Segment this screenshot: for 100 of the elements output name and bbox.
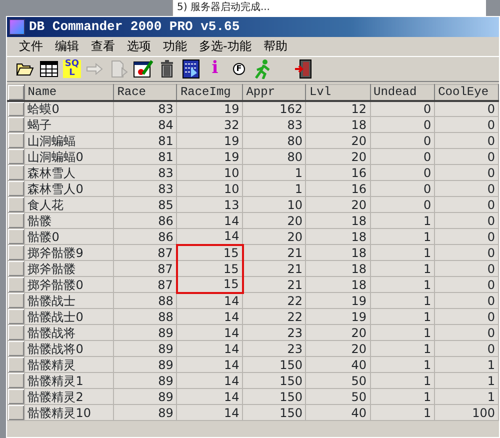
- menu-item[interactable]: 功能: [157, 38, 193, 54]
- table-cell: 81: [114, 132, 177, 148]
- app-icon: [9, 19, 25, 35]
- table-cell: 0: [434, 132, 498, 148]
- sql-button[interactable]: SQL: [63, 60, 81, 78]
- table-cell: 0: [434, 196, 498, 212]
- table-cell: 0: [370, 100, 435, 116]
- menu-item[interactable]: 编辑: [49, 38, 85, 54]
- table-cell: 1: [434, 356, 498, 372]
- table-cell: 80: [242, 132, 306, 148]
- table-cell: 22: [242, 308, 306, 324]
- table-cell: 150: [242, 404, 306, 420]
- table-cell: 150: [242, 388, 306, 404]
- table-cell: 150: [242, 356, 306, 372]
- table-cell: 骷髅0: [24, 228, 114, 244]
- table-cell: 14: [176, 340, 243, 356]
- log-text: 5) 服务器启动完成...: [176, 0, 271, 15]
- table-cell: 14: [176, 308, 243, 324]
- table-cell: 88: [114, 292, 177, 308]
- table-cell: 40: [306, 404, 370, 420]
- table-cell: 40: [306, 356, 370, 372]
- table-cell: 1: [370, 212, 435, 228]
- table-cell: 85: [114, 196, 177, 212]
- table-cell: 19: [176, 148, 243, 164]
- find-button[interactable]: F: [229, 59, 249, 79]
- table-cell: 19: [306, 308, 370, 324]
- table-cell: 0: [370, 196, 435, 212]
- table-cell: 22: [242, 292, 306, 308]
- table-cell: 蝎子: [24, 116, 114, 132]
- table-cell: 0: [434, 244, 498, 260]
- table-cell: 162: [242, 100, 306, 116]
- table-cell: 14: [176, 324, 243, 340]
- trash-icon[interactable]: [160, 60, 174, 78]
- table-cell: 20: [242, 228, 306, 244]
- table-cell: 20: [306, 340, 370, 356]
- table-cell: 15: [176, 244, 243, 260]
- table-cell: 1: [370, 388, 435, 404]
- table-cell: 1: [370, 308, 435, 324]
- table-cell: 19: [176, 100, 243, 116]
- table-icon[interactable]: [40, 61, 58, 77]
- table-cell: 81: [114, 148, 177, 164]
- table-cell: 150: [242, 372, 306, 388]
- column-header[interactable]: Name: [24, 84, 114, 100]
- menu-item[interactable]: 帮助: [257, 38, 294, 54]
- database-icon[interactable]: [182, 59, 200, 79]
- table-cell: 14: [176, 388, 243, 404]
- table-cell: 1: [370, 404, 435, 420]
- column-header[interactable]: Race: [114, 84, 177, 100]
- menu-item[interactable]: 多选-功能: [193, 38, 258, 54]
- menu-item[interactable]: 查看: [85, 38, 121, 54]
- menu-item[interactable]: 文件: [13, 38, 49, 54]
- table-cell: 19: [306, 292, 370, 308]
- table-cell: 50: [306, 388, 370, 404]
- table-cell: 20: [306, 324, 370, 340]
- table-cell: 掷斧骷髅: [24, 260, 114, 276]
- pencil-chart-icon[interactable]: [133, 59, 153, 79]
- table-cell: 18: [306, 260, 370, 276]
- table-cell: 89: [114, 340, 177, 356]
- table-cell: 18: [306, 276, 370, 292]
- table-cell: 山洞蝙蝠: [24, 132, 114, 148]
- table-cell: 21: [242, 244, 306, 260]
- table-cell: 83: [114, 164, 177, 180]
- table-cell: 0: [370, 148, 435, 164]
- table-cell: 89: [114, 372, 177, 388]
- table-cell: 83: [114, 180, 177, 196]
- table-cell: 19: [176, 132, 243, 148]
- column-header[interactable]: Lvl: [306, 84, 370, 100]
- table-cell: 10: [176, 180, 243, 196]
- table-cell: 12: [306, 100, 370, 116]
- table-cell: 21: [242, 276, 306, 292]
- table-cell: 0: [434, 308, 498, 324]
- table-cell: 20: [306, 196, 370, 212]
- table-cell: 骷髅精灵2: [24, 388, 114, 404]
- table-cell: 13: [176, 196, 243, 212]
- table-cell: 0: [434, 164, 498, 180]
- table-cell: 0: [434, 324, 498, 340]
- column-header[interactable]: Appr: [242, 84, 306, 100]
- column-header[interactable]: CoolEye: [434, 84, 498, 100]
- table-cell: 16: [306, 164, 370, 180]
- table-cell: 1: [370, 340, 435, 356]
- table-cell: 0: [434, 228, 498, 244]
- table-cell: 0: [370, 180, 435, 196]
- table-cell: 86: [114, 212, 177, 228]
- table-cell: 18: [306, 116, 370, 132]
- table-cell: 20: [306, 148, 370, 164]
- table-cell: 89: [114, 388, 177, 404]
- table-cell: 10: [176, 164, 243, 180]
- table-cell: 83: [242, 116, 306, 132]
- window-title: DB Commander 2000 PRO v5.65: [29, 18, 240, 36]
- menu-item[interactable]: 选项: [121, 38, 157, 54]
- table-cell: 88: [114, 308, 177, 324]
- column-header[interactable]: RaceImg: [176, 84, 243, 100]
- column-header[interactable]: Undead: [370, 84, 435, 100]
- door-icon[interactable]: [294, 59, 312, 79]
- running-man-icon[interactable]: [254, 59, 272, 79]
- table-cell: 32: [176, 116, 243, 132]
- table-cell: 0: [434, 292, 498, 308]
- table-cell: 0: [434, 212, 498, 228]
- table-cell: 骷髅精灵10: [24, 404, 114, 420]
- folder-icon[interactable]: [16, 62, 34, 76]
